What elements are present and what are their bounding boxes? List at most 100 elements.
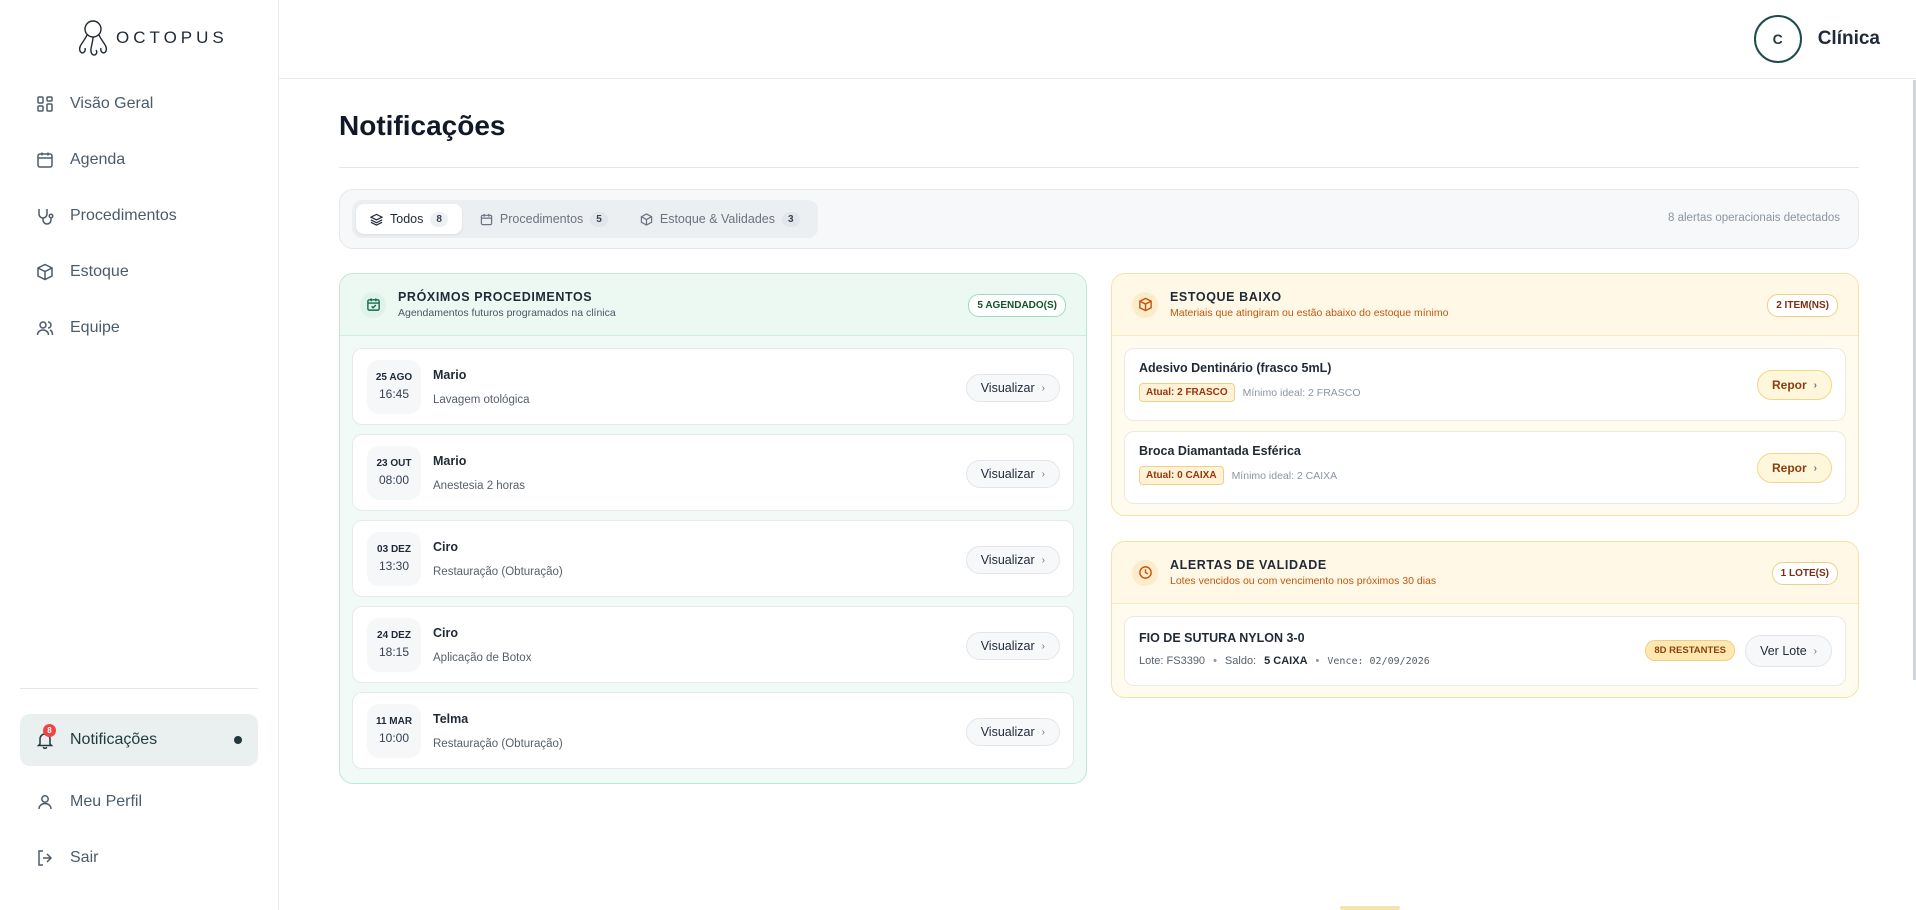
alerts-summary: 8 alertas operacionais detectados: [1668, 212, 1840, 224]
current-stock-tag: Atual: 2 FRASCO: [1139, 383, 1235, 402]
avatar[interactable]: C: [1753, 15, 1802, 63]
sidebar-item-label: Agenda: [70, 151, 126, 168]
procedure-row: 11 MAR 10:00 Telma Restauração (Obturaçã…: [352, 692, 1074, 769]
users-icon: [36, 321, 54, 336]
sidebar-item-label: Sair: [70, 849, 99, 866]
procedure-name: Lavagem otológica: [433, 393, 530, 406]
patient-name: Ciro: [433, 625, 458, 640]
restock-button[interactable]: Repor ›: [1756, 453, 1832, 483]
separator-dot: •: [1315, 655, 1320, 667]
view-button[interactable]: Visualizar ›: [965, 374, 1060, 402]
lot-meta: Lote: FS3390 • Saldo: 5 CAIXA • Vence: 0…: [1139, 655, 1845, 667]
tab-todos[interactable]: Todos 8: [356, 204, 462, 234]
button-label: Ver Lote: [1760, 644, 1807, 658]
item-name: Adesivo Dentinário (frasco 5mL): [1139, 361, 1332, 375]
sidebar-item-label: Notificações: [70, 731, 158, 748]
card-title: ALERTAS DE VALIDADE: [1170, 558, 1327, 572]
sidebar-item-estoque[interactable]: Estoque: [20, 252, 258, 292]
brand-name: OCTOPUS: [116, 28, 228, 47]
tab-count-badge: 5: [590, 211, 608, 227]
calendar-check-icon: [360, 291, 386, 318]
chevron-right-icon: ›: [1041, 554, 1045, 566]
days-remaining-badge: 8D RESTANTES: [1645, 640, 1735, 661]
clock-icon: [1132, 559, 1158, 586]
procedure-row: 25 AGO 16:45 Mario Lavagem otológica Vis…: [352, 348, 1074, 425]
user-icon: [38, 795, 52, 810]
sidebar: OCTOPUS Visão Geral Agenda Procedimentos: [0, 0, 279, 910]
balance-label: Saldo:: [1224, 655, 1257, 667]
validity-alerts-card: ALERTAS DE VALIDADE Lotes vencidos ou co…: [1111, 541, 1859, 698]
date-time: 16:45: [378, 387, 410, 401]
tab-procedimentos[interactable]: Procedimentos 5: [466, 204, 622, 234]
view-button[interactable]: Visualizar ›: [965, 546, 1060, 574]
stock-row: Adesivo Dentinário (frasco 5mL) Atual: 2…: [1124, 348, 1846, 421]
restock-button[interactable]: Repor ›: [1756, 370, 1832, 400]
patient-name: Telma: [433, 711, 469, 726]
sidebar-item-label: Estoque: [70, 263, 129, 280]
chevron-right-icon: ›: [1041, 726, 1045, 738]
box-icon: [640, 212, 653, 226]
card-title: ESTOQUE BAIXO: [1170, 290, 1282, 304]
brand-logo[interactable]: OCTOPUS: [74, 18, 228, 58]
lot-row: FIO DE SUTURA NYLON 3-0 Lote: FS3390 • S…: [1124, 616, 1846, 686]
sidebar-item-meu-perfil[interactable]: Meu Perfil: [20, 782, 258, 822]
sidebar-item-equipe[interactable]: Equipe: [20, 308, 258, 348]
card-heading: PRÓXIMOS PROCEDIMENTOS Agendamentos futu…: [398, 290, 616, 319]
sidebar-item-notificacoes[interactable]: 8 Notificações: [20, 714, 258, 766]
balance-value: 5 CAIXA: [1264, 655, 1308, 667]
top-bar: C Clínica: [279, 0, 1916, 79]
lot-list: FIO DE SUTURA NYLON 3-0 Lote: FS3390 • S…: [1112, 604, 1858, 697]
date-time: 10:00: [378, 731, 410, 745]
notification-count-badge: 8: [43, 724, 56, 737]
procedure-name: Restauração (Obturação): [433, 565, 563, 578]
tab-count-badge: 3: [781, 211, 800, 227]
patient-name: Ciro: [433, 539, 458, 554]
box-alert-icon: [1132, 291, 1158, 318]
lot-number: Lote: FS3390: [1139, 655, 1206, 667]
sidebar-item-procedimentos[interactable]: Procedimentos: [20, 196, 258, 236]
procedure-row: 24 DEZ 18:15 Ciro Aplicação de Botox Vis…: [352, 606, 1074, 683]
date-day: 11 MAR: [375, 716, 413, 727]
date-day: 25 AGO: [375, 372, 413, 383]
patient-name: Mario: [433, 367, 467, 382]
sidebar-item-label: Visão Geral: [70, 95, 154, 112]
user-menu[interactable]: C Clínica: [1753, 15, 1880, 63]
tab-count-badge: 8: [430, 211, 448, 227]
button-label: Visualizar: [980, 467, 1035, 481]
expiry-date: Vence: 02/09/2026: [1327, 655, 1430, 667]
date-time: 13:30: [378, 559, 410, 573]
sidebar-item-label: Procedimentos: [70, 207, 177, 224]
count-badge: 1 LOTE(S): [1771, 562, 1838, 585]
sidebar-item-sair[interactable]: Sair: [20, 838, 258, 878]
minimum-stock: Mínimo ideal: 2 FRASCO: [1242, 386, 1361, 399]
card-header: ALERTAS DE VALIDADE Lotes vencidos ou co…: [1112, 542, 1858, 604]
button-label: Visualizar: [980, 381, 1035, 395]
stock-row: Broca Diamantada Esférica Atual: 0 CAIXA…: [1124, 431, 1846, 504]
procedure-name: Restauração (Obturação): [433, 737, 563, 750]
button-label: Repor: [1771, 378, 1807, 392]
card-subtitle: Materiais que atingiram ou estão abaixo …: [1170, 307, 1449, 319]
tab-estoque-validades[interactable]: Estoque & Validades 3: [626, 204, 814, 234]
procedure-info: Ciro Restauração (Obturação): [433, 540, 563, 578]
procedure-info: Ciro Aplicação de Botox: [433, 626, 531, 664]
filter-bar: Todos 8 Procedimentos 5 Estoque & Valida…: [339, 189, 1859, 249]
date-box: 24 DEZ 18:15: [367, 617, 421, 672]
sidebar-item-agenda[interactable]: Agenda: [20, 140, 258, 180]
chevron-right-icon: ›: [1813, 462, 1817, 474]
date-box: 23 OUT 08:00: [367, 445, 421, 500]
page-title: Notificações: [339, 110, 506, 141]
view-button[interactable]: Visualizar ›: [965, 718, 1060, 746]
item-meta: Atual: 2 FRASCO Mínimo ideal: 2 FRASCO: [1139, 383, 1845, 402]
view-button[interactable]: Visualizar ›: [965, 460, 1060, 488]
view-lot-button[interactable]: Ver Lote ›: [1745, 635, 1832, 667]
button-label: Visualizar: [980, 725, 1035, 739]
date-day: 23 OUT: [376, 458, 412, 469]
procedure-name: Anestesia 2 horas: [433, 479, 526, 492]
card-header: PRÓXIMOS PROCEDIMENTOS Agendamentos futu…: [340, 274, 1086, 336]
view-button[interactable]: Visualizar ›: [965, 632, 1060, 660]
calendar-icon: [37, 152, 53, 168]
sidebar-item-visao-geral[interactable]: Visão Geral: [20, 84, 258, 124]
separator-dot: •: [1213, 655, 1217, 667]
chevron-right-icon: ›: [1041, 382, 1045, 394]
offscreen-element-fragment: [1340, 906, 1400, 910]
